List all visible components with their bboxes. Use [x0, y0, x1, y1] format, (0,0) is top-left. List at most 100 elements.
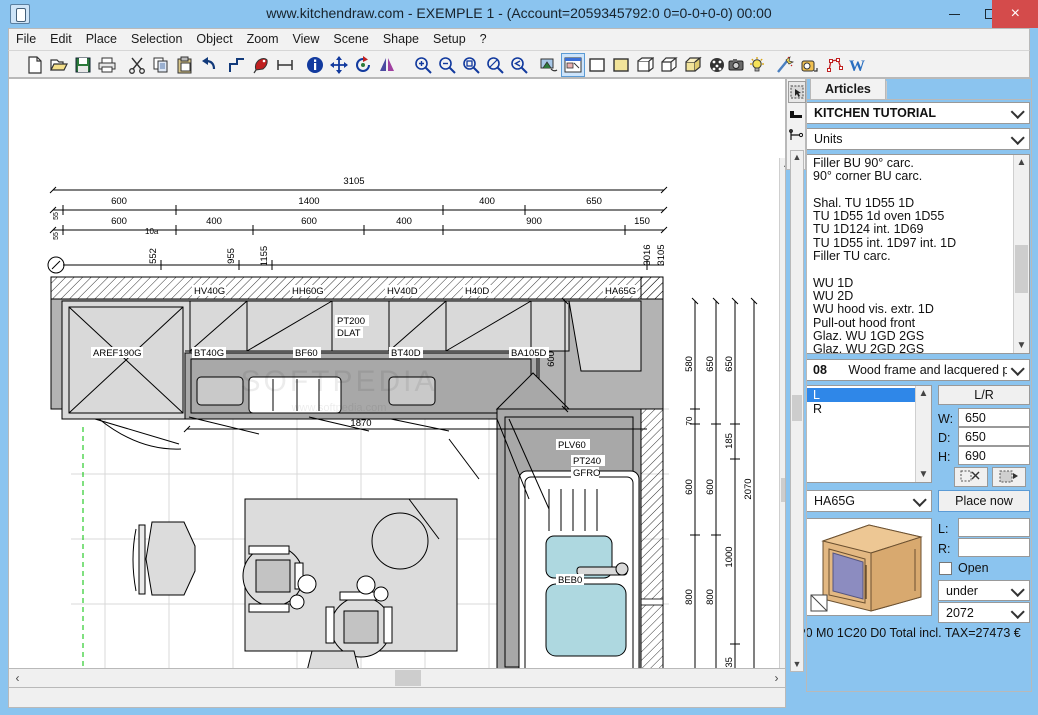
position-select[interactable]: under: [938, 580, 1030, 601]
paste-clipboard-icon[interactable]: [173, 53, 197, 77]
canvas-vertical-scrollbar[interactable]: ▲ ▼: [779, 158, 786, 678]
variant-list-item[interactable]: R: [807, 402, 915, 416]
zoom-window-icon[interactable]: [459, 53, 483, 77]
rotate-icon[interactable]: [351, 53, 375, 77]
mirror-icon[interactable]: [375, 53, 399, 77]
menu-item-[interactable]: ?: [473, 29, 494, 50]
menu-item-setup[interactable]: Setup: [426, 29, 473, 50]
plan-view-icon[interactable]: [561, 53, 585, 77]
article-code-select[interactable]: HA65G: [806, 490, 932, 512]
zoom-all-icon[interactable]: [483, 53, 507, 77]
zoom-out-icon[interactable]: [435, 53, 459, 77]
measure-tape-icon[interactable]: [797, 53, 821, 77]
shaded-box-icon[interactable]: [681, 53, 705, 77]
polyline-icon[interactable]: [823, 53, 847, 77]
variant-list-item[interactable]: L: [807, 388, 915, 402]
article-list-item[interactable]: Shal. TU 1D55 1D: [807, 197, 1013, 210]
dimension-tool-icon[interactable]: [788, 125, 806, 147]
article-list-item[interactable]: WU 1D: [807, 277, 1013, 290]
effects-wand-icon[interactable]: [773, 53, 797, 77]
article-list-item[interactable]: Filler BU 90° carc.: [807, 157, 1013, 170]
variant-list-scrollbar[interactable]: ▲ ▼: [915, 386, 931, 482]
hidden-line-icon[interactable]: [609, 53, 633, 77]
place-now-button[interactable]: Place now: [938, 490, 1030, 512]
print-icon[interactable]: [95, 53, 119, 77]
article-list-item[interactable]: TU 1D55 1d oven 1D55: [807, 210, 1013, 223]
minimize-button[interactable]: [936, 0, 972, 28]
scroll-thumb[interactable]: [1015, 245, 1028, 293]
undo-arrow-icon[interactable]: [197, 53, 221, 77]
menu-item-edit[interactable]: Edit: [43, 29, 79, 50]
scroll-up-arrow[interactable]: ▲: [791, 151, 803, 164]
article-list-item[interactable]: Pull-out hood front: [807, 317, 1013, 330]
align-article-icon[interactable]: [992, 467, 1026, 487]
horizontal-scroll-thumb[interactable]: [395, 670, 421, 686]
elevation-view-icon[interactable]: [537, 53, 561, 77]
height-input[interactable]: 690: [958, 446, 1030, 465]
depth-input[interactable]: 650: [958, 427, 1030, 446]
article-list-item[interactable]: 90° corner BU carc.: [807, 170, 1013, 183]
article-list-item[interactable]: WU 2D: [807, 290, 1013, 303]
finish-select[interactable]: 08 Wood frame and lacquered par: [806, 359, 1030, 381]
article-list-item[interactable]: Filler TU carc.: [807, 250, 1013, 263]
menu-item-scene[interactable]: Scene: [326, 29, 375, 50]
category-select[interactable]: Units: [806, 128, 1030, 150]
new-document-icon[interactable]: [23, 53, 47, 77]
articles-list-scrollbar[interactable]: ▲ ▼: [1013, 155, 1029, 353]
tab-articles[interactable]: Articles: [810, 78, 886, 99]
copy-icon[interactable]: [149, 53, 173, 77]
menu-item-file[interactable]: File: [9, 29, 43, 50]
wall-tool-icon[interactable]: [788, 103, 806, 125]
catalog-select[interactable]: KITCHEN TUTORIAL: [806, 102, 1030, 124]
menu-item-view[interactable]: View: [286, 29, 327, 50]
move-icon[interactable]: [327, 53, 351, 77]
drawing-canvas[interactable]: 3105 600 1400 400 650 600 400 600 400 90…: [8, 78, 786, 678]
scroll-up-arrow[interactable]: ▲: [916, 386, 931, 401]
perspective-icon[interactable]: [657, 53, 681, 77]
menu-item-selection[interactable]: Selection: [124, 29, 189, 50]
article-list-item[interactable]: Glaz. WU 1GD 2GS: [807, 330, 1013, 343]
menu-item-shape[interactable]: Shape: [376, 29, 426, 50]
height-code-select[interactable]: 2072: [938, 602, 1030, 623]
light-bulb-icon[interactable]: [745, 53, 769, 77]
parrot-decor-icon[interactable]: [249, 53, 273, 77]
article-list-item[interactable]: Glaz. WU 2GD 2GS: [807, 343, 1013, 354]
menu-item-object[interactable]: Object: [189, 29, 239, 50]
lr-button[interactable]: L/R: [938, 385, 1030, 405]
replace-article-icon[interactable]: [954, 467, 988, 487]
svg-text:955: 955: [226, 248, 237, 264]
zoom-previous-icon[interactable]: [507, 53, 531, 77]
zoom-in-icon[interactable]: [411, 53, 435, 77]
scroll-down-arrow[interactable]: ▼: [791, 658, 803, 671]
wall-icon[interactable]: [225, 53, 249, 77]
variant-listbox[interactable]: LR ▲ ▼: [806, 385, 932, 483]
panel-outer-scrollbar[interactable]: ▲ ▼: [790, 150, 804, 672]
article-list-item[interactable]: TU 1D55 int. 1D97 int. 1D: [807, 237, 1013, 250]
wireframe-icon[interactable]: [585, 53, 609, 77]
scroll-down-arrow[interactable]: ▼: [916, 467, 931, 482]
select-tool-icon[interactable]: [788, 81, 806, 103]
save-disk-icon[interactable]: [71, 53, 95, 77]
dimension-icon[interactable]: [273, 53, 297, 77]
scroll-left-arrow[interactable]: ‹: [9, 669, 26, 687]
scroll-thumb[interactable]: [792, 395, 802, 421]
width-input[interactable]: 650: [958, 408, 1030, 427]
menu-item-place[interactable]: Place: [79, 29, 124, 50]
canvas-horizontal-scrollbar[interactable]: ‹ ›: [8, 668, 786, 688]
scroll-down-arrow[interactable]: ▼: [1014, 338, 1029, 353]
info-icon[interactable]: [303, 53, 327, 77]
solid-view-icon[interactable]: [633, 53, 657, 77]
open-folder-icon[interactable]: [47, 53, 71, 77]
articles-listbox[interactable]: Filler BU 90° carc.90° corner BU carc. Sh…: [806, 154, 1030, 354]
left-input[interactable]: [958, 518, 1030, 537]
close-button[interactable]: ×: [992, 0, 1038, 28]
menu-item-zoom[interactable]: Zoom: [240, 29, 286, 50]
cut-scissors-icon[interactable]: [125, 53, 149, 77]
scroll-up-arrow[interactable]: ▲: [1014, 155, 1029, 170]
article-list-item[interactable]: TU 1D124 int. 1D69: [807, 223, 1013, 236]
word-export-icon[interactable]: W: [845, 53, 869, 77]
open-checkbox[interactable]: [939, 562, 952, 575]
right-input[interactable]: [958, 538, 1030, 557]
article-list-item[interactable]: WU hood vis. extr. 1D: [807, 303, 1013, 316]
scroll-right-arrow[interactable]: ›: [768, 669, 785, 687]
